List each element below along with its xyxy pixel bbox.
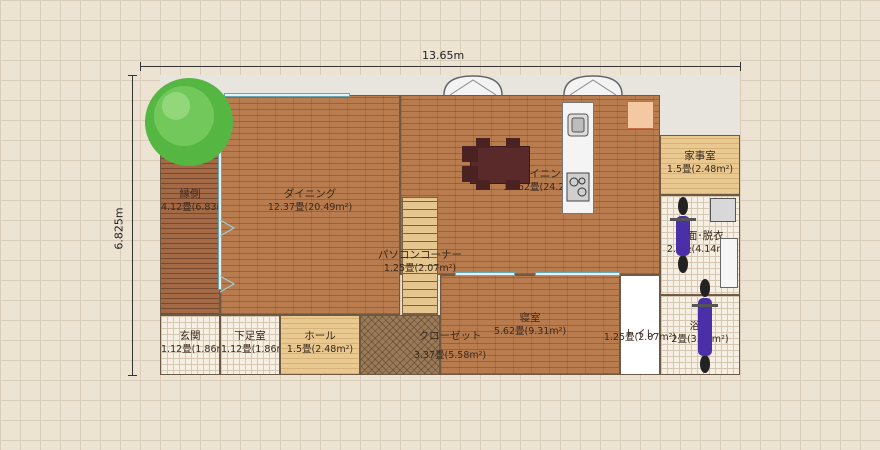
dining-chair [476, 180, 490, 190]
dining-table [470, 146, 530, 184]
height-dimension-label: 6.825m [112, 207, 126, 250]
refrigerator [627, 101, 654, 129]
room-kajishitsu[interactable]: 家事室 1.5畳(2.48m²) [660, 135, 740, 195]
room-hall[interactable]: ホール 1.5畳(2.48m²) [280, 315, 360, 375]
motorcycle-icon [670, 197, 696, 273]
room-closet[interactable]: クローゼット 3.37畳(5.58m²) [360, 315, 486, 375]
width-dimension-label: 13.65m [422, 49, 465, 62]
sink-icon [567, 113, 589, 137]
dining-chair [506, 180, 520, 190]
dining-chair [476, 138, 490, 148]
door-swing-engawa [220, 220, 236, 293]
window-ldk-bottom-2 [535, 272, 620, 276]
height-dimension-line [132, 75, 133, 375]
room-dining[interactable]: ダイニング 12.37畳(20.49m²) [220, 95, 400, 315]
dining-chair [506, 138, 520, 148]
outdoor-chair-icon [563, 75, 623, 96]
width-dimension-line [140, 66, 740, 67]
tree-icon [145, 78, 233, 166]
window-ldk-bottom [455, 272, 515, 276]
washbasin [720, 238, 738, 288]
motorcycle-icon [692, 279, 718, 373]
dining-chair [462, 146, 478, 162]
room-gesokushitsu[interactable]: 下足室 1.12畳(1.86m²) [220, 315, 293, 375]
toilet-area-label: 1.25畳(2.07m²) [603, 332, 677, 343]
height-dimension-tick-bottom [128, 375, 137, 376]
room-toilet[interactable]: トイレ [620, 275, 660, 375]
room-ldk[interactable]: ダイニング 14.62畳(24.22m²) [400, 95, 660, 275]
window-dining-top [224, 93, 350, 97]
width-dimension-tick-right [740, 62, 741, 71]
height-dimension-tick-top [128, 75, 137, 76]
washing-machine [710, 198, 736, 222]
stove-icon [566, 172, 590, 202]
outdoor-area-right [660, 75, 740, 135]
width-dimension-tick-left [140, 62, 141, 71]
outdoor-chair-icon [443, 75, 503, 96]
room-genkan[interactable]: 玄関 1.12畳(1.86m²) [160, 315, 233, 375]
